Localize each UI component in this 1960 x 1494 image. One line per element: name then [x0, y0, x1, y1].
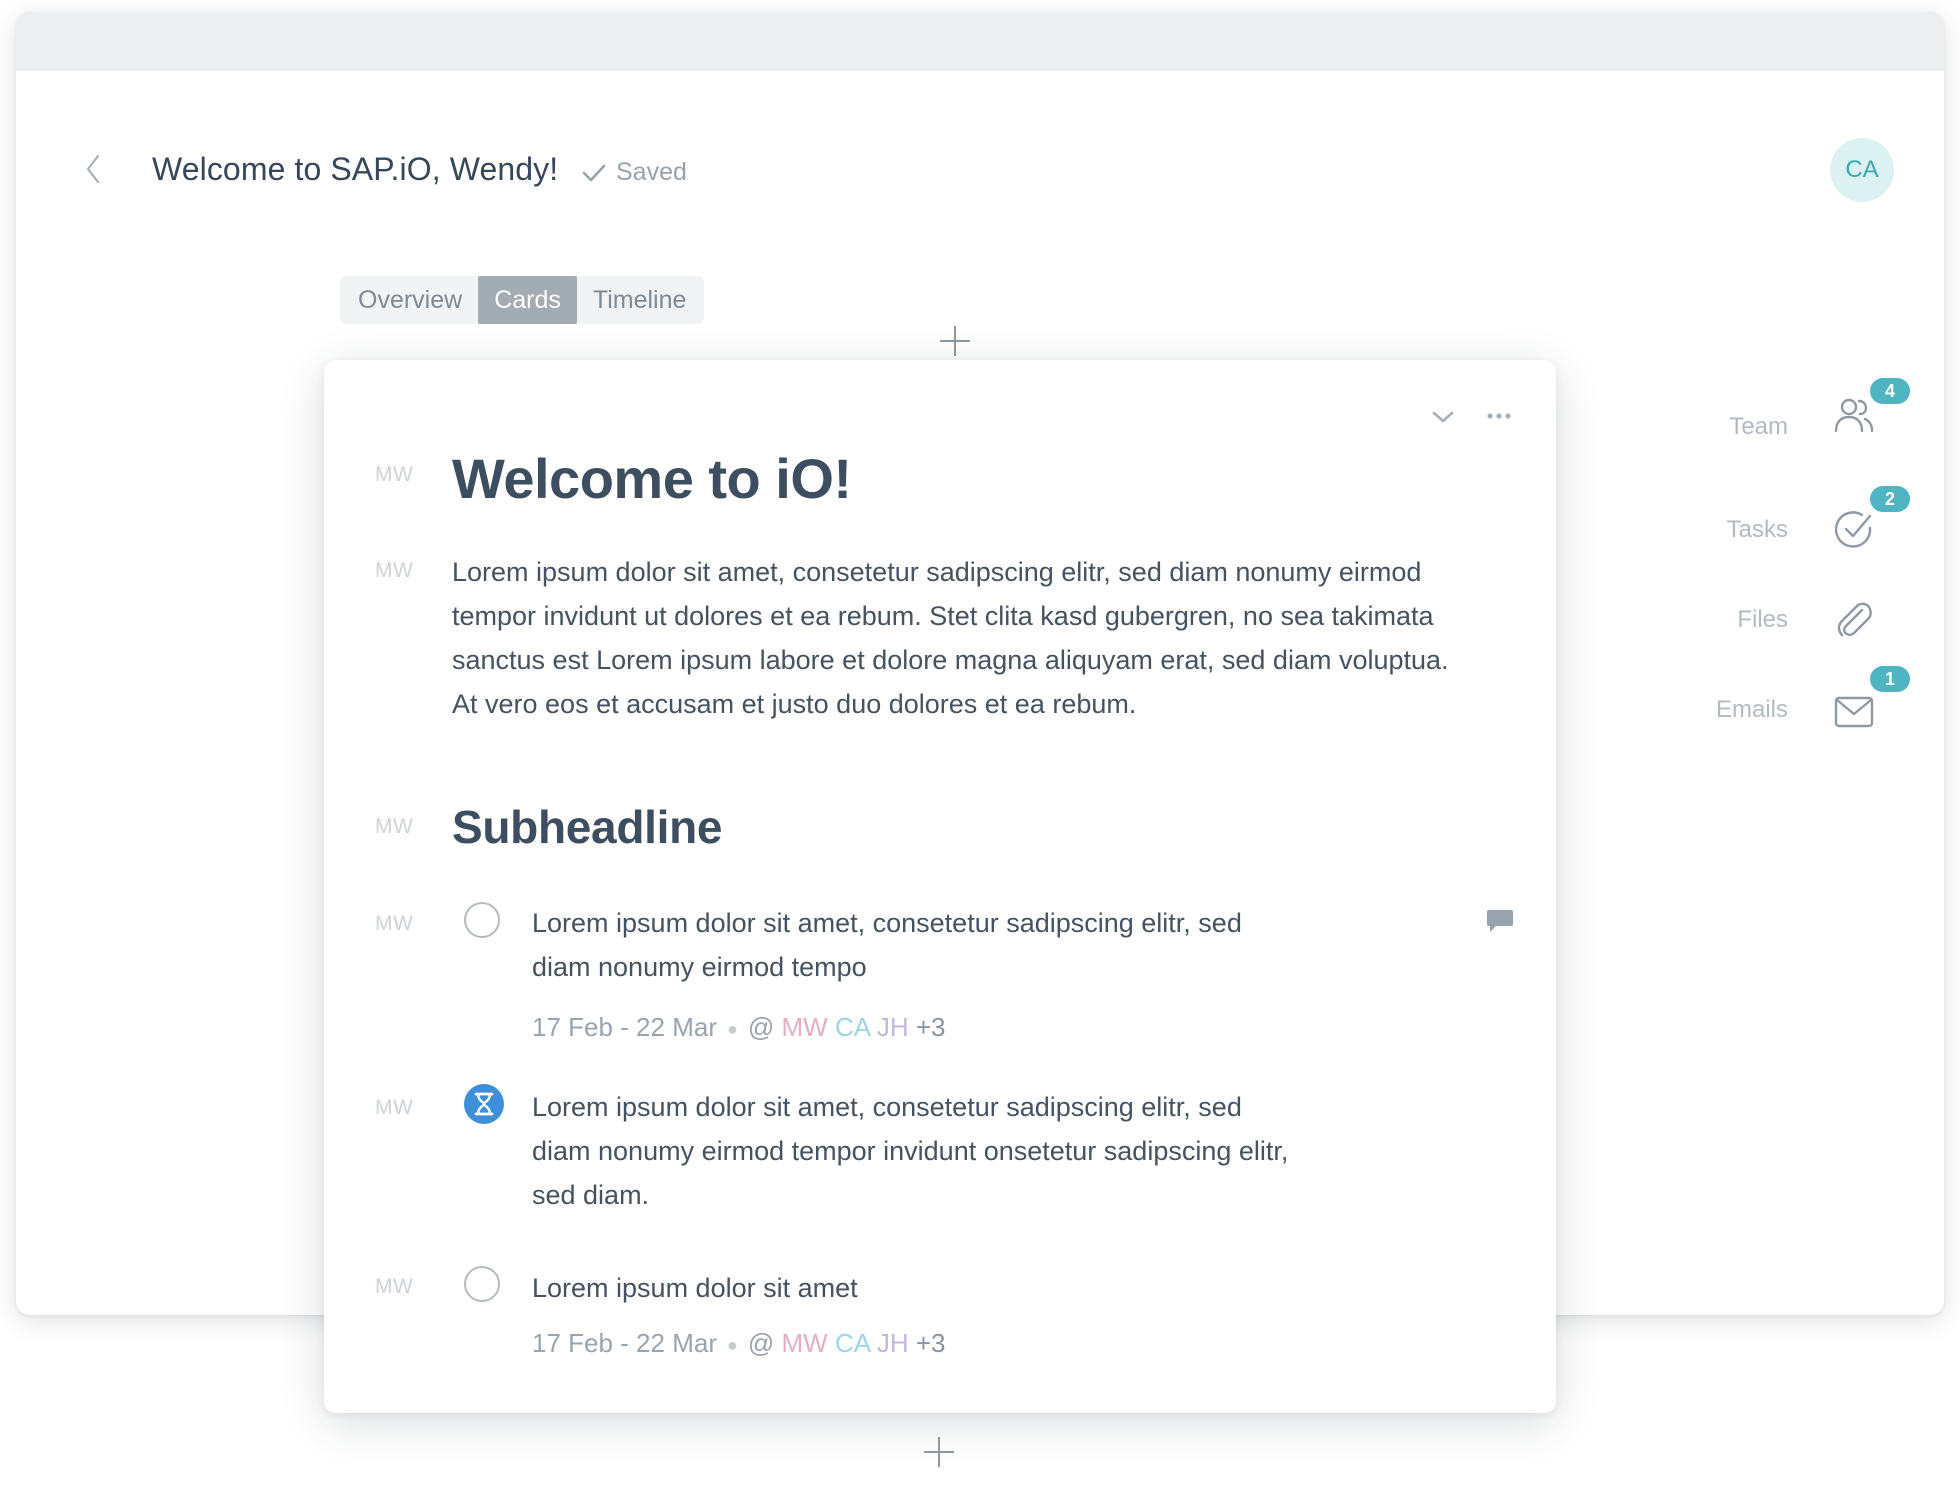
task-text: Lorem ipsum dolor sit amet, consetetur s… [532, 1092, 1289, 1210]
assignee-ca[interactable]: CA [835, 1012, 870, 1042]
window-titlebar [16, 12, 1944, 71]
task-author-initials: MW [375, 1096, 414, 1119]
task-dates: 17 Feb - 22 Mar [532, 1012, 717, 1042]
assignee-jh[interactable]: JH [877, 1012, 909, 1042]
assignee-ca[interactable]: CA [835, 1328, 870, 1358]
rail-label-files: Files [1737, 606, 1788, 633]
assignee-jh[interactable]: JH [877, 1328, 909, 1358]
task-meta: 17 Feb - 22 Mar ● @ MW CA JH +3 [532, 1328, 946, 1359]
mention-symbol: @ [747, 1328, 775, 1358]
assignee-mw[interactable]: MW [782, 1012, 828, 1042]
tab-overview[interactable]: Overview [342, 276, 478, 324]
card-title: Welcome to iO! [452, 447, 852, 510]
meta-separator: ● [726, 1018, 738, 1039]
task-text: Lorem ipsum dolor sit amet, consetetur s… [532, 908, 1242, 982]
mail-icon [1834, 696, 1874, 728]
task-checkbox[interactable] [464, 902, 500, 938]
rail-item-team[interactable]: Team [1644, 397, 1944, 457]
title-author-initials: MW [375, 463, 414, 486]
task-status-in-progress[interactable] [464, 1084, 504, 1124]
tasks-count-badge: 2 [1870, 486, 1910, 512]
check-icon [582, 164, 606, 181]
saved-label: Saved [616, 158, 687, 186]
assignee-more[interactable]: +3 [916, 1012, 946, 1042]
add-card-above-button[interactable] [940, 326, 970, 356]
rail-label-tasks: Tasks [1726, 516, 1788, 543]
paragraph-author-initials: MW [375, 559, 414, 582]
task-text: Lorem ipsum dolor sit amet [532, 1273, 858, 1303]
rail-label-team: Team [1729, 413, 1788, 440]
task-author-initials: MW [375, 912, 414, 935]
assignee-more[interactable]: +3 [916, 1328, 946, 1358]
back-chevron-icon[interactable] [82, 152, 104, 186]
comment-icon[interactable] [1486, 908, 1514, 934]
subheadline-author-initials: MW [375, 815, 414, 838]
card-paragraph: Lorem ipsum dolor sit amet, consetetur s… [452, 557, 1449, 719]
avatar[interactable]: CA [1830, 138, 1894, 202]
saved-status: Saved [582, 158, 687, 187]
add-card-below-button[interactable] [924, 1437, 954, 1467]
task-dates: 17 Feb - 22 Mar [532, 1328, 717, 1358]
page-title: Welcome to SAP.iO, Wendy! [152, 151, 559, 187]
card-subheadline: Subheadline [452, 801, 723, 853]
task-meta: 17 Feb - 22 Mar ● @ MW CA JH +3 [532, 1012, 946, 1043]
paperclip-icon [1837, 602, 1872, 637]
team-icon [1834, 398, 1874, 433]
mention-symbol: @ [747, 1012, 775, 1042]
view-tabs: Overview Cards Timeline [340, 276, 705, 324]
collapse-chevron-icon[interactable] [1430, 408, 1456, 426]
more-options-icon[interactable] [1486, 410, 1512, 422]
assignee-mw[interactable]: MW [782, 1328, 828, 1358]
tab-cards[interactable]: Cards [478, 276, 577, 324]
tab-timeline[interactable]: Timeline [577, 276, 703, 324]
tasks-check-icon [1834, 511, 1872, 548]
rail-label-emails: Emails [1715, 696, 1788, 723]
hourglass-icon [474, 1092, 494, 1116]
task-checkbox[interactable] [464, 1266, 500, 1302]
task-author-initials: MW [375, 1275, 414, 1298]
meta-separator: ● [726, 1334, 738, 1355]
content-card: MW Welcome to iO! MW Lorem ipsum dolor s… [324, 360, 1556, 1413]
emails-count-badge: 1 [1870, 666, 1910, 692]
team-count-badge: 4 [1870, 378, 1910, 404]
rail-item-files[interactable]: Files [1644, 590, 1944, 650]
